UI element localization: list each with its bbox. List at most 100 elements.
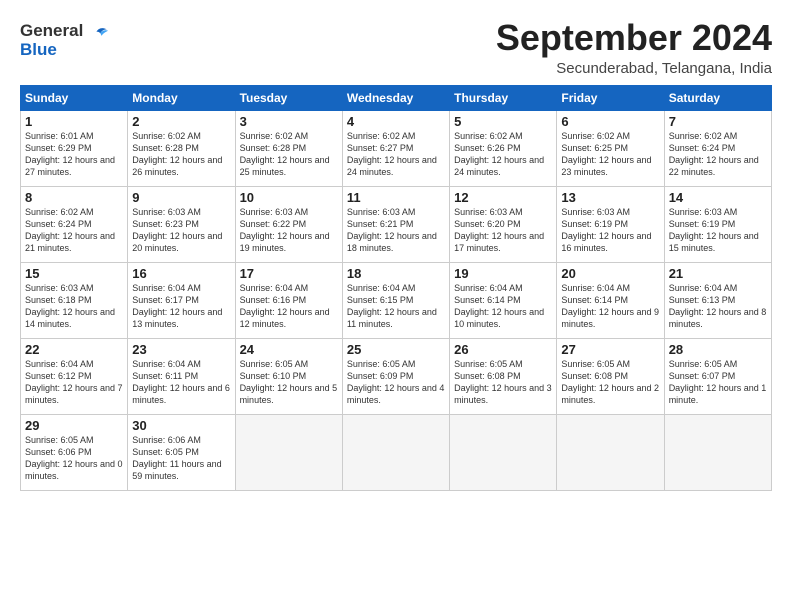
calendar-cell: 17Sunrise: 6:04 AMSunset: 6:16 PMDayligh… xyxy=(235,262,342,338)
calendar-week-2: 8Sunrise: 6:02 AMSunset: 6:24 PMDaylight… xyxy=(21,186,772,262)
calendar-cell: 3Sunrise: 6:02 AMSunset: 6:28 PMDaylight… xyxy=(235,110,342,186)
calendar-table: Sunday Monday Tuesday Wednesday Thursday… xyxy=(20,85,772,491)
day-number: 12 xyxy=(454,190,552,205)
day-number: 1 xyxy=(25,114,123,129)
calendar-cell: 2Sunrise: 6:02 AMSunset: 6:28 PMDaylight… xyxy=(128,110,235,186)
logo: General Blue xyxy=(20,22,112,59)
day-info: Sunrise: 6:05 AMSunset: 6:09 PMDaylight:… xyxy=(347,358,445,407)
day-number: 27 xyxy=(561,342,659,357)
calendar-cell: 15Sunrise: 6:03 AMSunset: 6:18 PMDayligh… xyxy=(21,262,128,338)
day-info: Sunrise: 6:03 AMSunset: 6:18 PMDaylight:… xyxy=(25,282,123,331)
calendar-cell: 25Sunrise: 6:05 AMSunset: 6:09 PMDayligh… xyxy=(342,338,449,414)
day-number: 11 xyxy=(347,190,445,205)
page: General Blue September 2024 Secunderabad… xyxy=(0,0,792,501)
calendar-cell: 20Sunrise: 6:04 AMSunset: 6:14 PMDayligh… xyxy=(557,262,664,338)
col-friday: Friday xyxy=(557,85,664,110)
col-thursday: Thursday xyxy=(450,85,557,110)
day-number: 14 xyxy=(669,190,767,205)
day-number: 17 xyxy=(240,266,338,281)
day-number: 19 xyxy=(454,266,552,281)
day-info: Sunrise: 6:04 AMSunset: 6:11 PMDaylight:… xyxy=(132,358,230,407)
day-info: Sunrise: 6:05 AMSunset: 6:08 PMDaylight:… xyxy=(561,358,659,407)
day-info: Sunrise: 6:02 AMSunset: 6:24 PMDaylight:… xyxy=(25,206,123,255)
day-info: Sunrise: 6:04 AMSunset: 6:15 PMDaylight:… xyxy=(347,282,445,331)
col-wednesday: Wednesday xyxy=(342,85,449,110)
header-row: Sunday Monday Tuesday Wednesday Thursday… xyxy=(21,85,772,110)
day-number: 15 xyxy=(25,266,123,281)
day-info: Sunrise: 6:03 AMSunset: 6:23 PMDaylight:… xyxy=(132,206,230,255)
day-number: 21 xyxy=(669,266,767,281)
calendar-cell: 21Sunrise: 6:04 AMSunset: 6:13 PMDayligh… xyxy=(664,262,771,338)
calendar-cell: 27Sunrise: 6:05 AMSunset: 6:08 PMDayligh… xyxy=(557,338,664,414)
day-info: Sunrise: 6:03 AMSunset: 6:22 PMDaylight:… xyxy=(240,206,338,255)
calendar-week-4: 22Sunrise: 6:04 AMSunset: 6:12 PMDayligh… xyxy=(21,338,772,414)
calendar-cell: 28Sunrise: 6:05 AMSunset: 6:07 PMDayligh… xyxy=(664,338,771,414)
calendar-cell: 10Sunrise: 6:03 AMSunset: 6:22 PMDayligh… xyxy=(235,186,342,262)
day-number: 4 xyxy=(347,114,445,129)
day-info: Sunrise: 6:04 AMSunset: 6:17 PMDaylight:… xyxy=(132,282,230,331)
calendar-cell xyxy=(664,414,771,490)
day-number: 18 xyxy=(347,266,445,281)
day-info: Sunrise: 6:03 AMSunset: 6:19 PMDaylight:… xyxy=(561,206,659,255)
calendar-cell: 4Sunrise: 6:02 AMSunset: 6:27 PMDaylight… xyxy=(342,110,449,186)
day-number: 3 xyxy=(240,114,338,129)
day-info: Sunrise: 6:03 AMSunset: 6:19 PMDaylight:… xyxy=(669,206,767,255)
calendar-cell: 26Sunrise: 6:05 AMSunset: 6:08 PMDayligh… xyxy=(450,338,557,414)
calendar-cell: 24Sunrise: 6:05 AMSunset: 6:10 PMDayligh… xyxy=(235,338,342,414)
day-info: Sunrise: 6:03 AMSunset: 6:21 PMDaylight:… xyxy=(347,206,445,255)
logo-blue: Blue xyxy=(20,41,112,60)
day-number: 24 xyxy=(240,342,338,357)
day-number: 29 xyxy=(25,418,123,433)
day-info: Sunrise: 6:02 AMSunset: 6:24 PMDaylight:… xyxy=(669,130,767,179)
day-info: Sunrise: 6:05 AMSunset: 6:07 PMDaylight:… xyxy=(669,358,767,407)
calendar-week-5: 29Sunrise: 6:05 AMSunset: 6:06 PMDayligh… xyxy=(21,414,772,490)
calendar-cell: 7Sunrise: 6:02 AMSunset: 6:24 PMDaylight… xyxy=(664,110,771,186)
day-number: 10 xyxy=(240,190,338,205)
col-sunday: Sunday xyxy=(21,85,128,110)
day-info: Sunrise: 6:01 AMSunset: 6:29 PMDaylight:… xyxy=(25,130,123,179)
header: General Blue September 2024 Secunderabad… xyxy=(20,18,772,77)
calendar-cell xyxy=(557,414,664,490)
col-monday: Monday xyxy=(128,85,235,110)
calendar-cell xyxy=(450,414,557,490)
calendar-cell: 16Sunrise: 6:04 AMSunset: 6:17 PMDayligh… xyxy=(128,262,235,338)
day-info: Sunrise: 6:04 AMSunset: 6:13 PMDaylight:… xyxy=(669,282,767,331)
day-info: Sunrise: 6:04 AMSunset: 6:16 PMDaylight:… xyxy=(240,282,338,331)
calendar-cell xyxy=(342,414,449,490)
calendar-cell: 29Sunrise: 6:05 AMSunset: 6:06 PMDayligh… xyxy=(21,414,128,490)
day-number: 28 xyxy=(669,342,767,357)
day-info: Sunrise: 6:02 AMSunset: 6:28 PMDaylight:… xyxy=(240,130,338,179)
location: Secunderabad, Telangana, India xyxy=(496,60,772,77)
day-number: 25 xyxy=(347,342,445,357)
day-info: Sunrise: 6:04 AMSunset: 6:12 PMDaylight:… xyxy=(25,358,123,407)
calendar-cell: 6Sunrise: 6:02 AMSunset: 6:25 PMDaylight… xyxy=(557,110,664,186)
calendar-cell xyxy=(235,414,342,490)
calendar-cell: 11Sunrise: 6:03 AMSunset: 6:21 PMDayligh… xyxy=(342,186,449,262)
calendar-cell: 8Sunrise: 6:02 AMSunset: 6:24 PMDaylight… xyxy=(21,186,128,262)
day-info: Sunrise: 6:02 AMSunset: 6:26 PMDaylight:… xyxy=(454,130,552,179)
day-info: Sunrise: 6:02 AMSunset: 6:27 PMDaylight:… xyxy=(347,130,445,179)
day-number: 8 xyxy=(25,190,123,205)
day-number: 6 xyxy=(561,114,659,129)
month-title: September 2024 xyxy=(496,18,772,58)
col-tuesday: Tuesday xyxy=(235,85,342,110)
day-info: Sunrise: 6:06 AMSunset: 6:05 PMDaylight:… xyxy=(132,434,230,483)
day-number: 26 xyxy=(454,342,552,357)
day-info: Sunrise: 6:05 AMSunset: 6:08 PMDaylight:… xyxy=(454,358,552,407)
day-number: 2 xyxy=(132,114,230,129)
calendar-cell: 19Sunrise: 6:04 AMSunset: 6:14 PMDayligh… xyxy=(450,262,557,338)
calendar-cell: 12Sunrise: 6:03 AMSunset: 6:20 PMDayligh… xyxy=(450,186,557,262)
logo-general: General xyxy=(20,21,83,40)
col-saturday: Saturday xyxy=(664,85,771,110)
day-info: Sunrise: 6:05 AMSunset: 6:06 PMDaylight:… xyxy=(25,434,123,483)
day-number: 16 xyxy=(132,266,230,281)
day-number: 23 xyxy=(132,342,230,357)
day-info: Sunrise: 6:03 AMSunset: 6:20 PMDaylight:… xyxy=(454,206,552,255)
calendar-cell: 1Sunrise: 6:01 AMSunset: 6:29 PMDaylight… xyxy=(21,110,128,186)
calendar-cell: 18Sunrise: 6:04 AMSunset: 6:15 PMDayligh… xyxy=(342,262,449,338)
day-number: 22 xyxy=(25,342,123,357)
calendar-week-1: 1Sunrise: 6:01 AMSunset: 6:29 PMDaylight… xyxy=(21,110,772,186)
day-info: Sunrise: 6:02 AMSunset: 6:28 PMDaylight:… xyxy=(132,130,230,179)
day-info: Sunrise: 6:04 AMSunset: 6:14 PMDaylight:… xyxy=(454,282,552,331)
title-area: September 2024 Secunderabad, Telangana, … xyxy=(496,18,772,77)
